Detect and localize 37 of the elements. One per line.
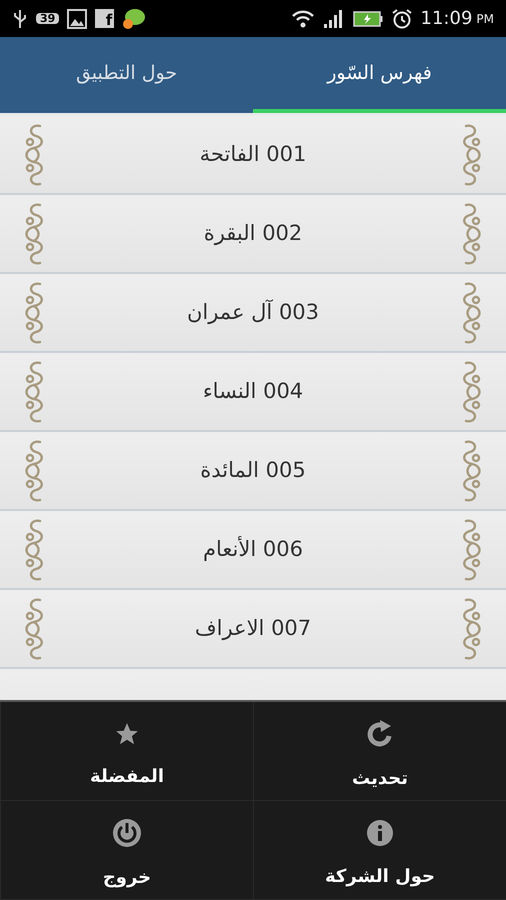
notification-count: 39 bbox=[36, 13, 60, 24]
alarm-clock-icon bbox=[390, 8, 413, 30]
surah-list-item[interactable]: 001 الفاتحة bbox=[0, 116, 506, 195]
info-icon bbox=[366, 818, 394, 846]
menu-label: تحديث bbox=[352, 766, 408, 790]
surah-title: 003 آل عمران bbox=[186, 298, 320, 326]
surah-list-item[interactable]: 003 آل عمران bbox=[0, 274, 506, 353]
battery-charging-icon bbox=[352, 10, 383, 26]
menu-label: خروج bbox=[102, 866, 152, 890]
star-icon bbox=[114, 720, 140, 746]
surah-list-item[interactable]: 005 المائدة bbox=[0, 432, 506, 511]
chat-bubble-icon bbox=[122, 8, 146, 30]
clock-time: 11:09 bbox=[420, 10, 472, 28]
surah-title: 006 الأنعام bbox=[203, 535, 303, 563]
surah-title: 004 النساء bbox=[202, 378, 304, 405]
usb-icon bbox=[12, 8, 28, 30]
surah-list-item[interactable]: 006 الأنعام bbox=[0, 511, 506, 590]
image-icon bbox=[67, 8, 88, 28]
power-icon bbox=[112, 818, 142, 848]
surah-title: 001 الفاتحة bbox=[200, 140, 306, 168]
menu-item[interactable]: المفضلة bbox=[0, 702, 253, 801]
menu-item[interactable]: حول الشركة bbox=[253, 801, 506, 900]
signal-icon bbox=[322, 8, 345, 28]
menu-item[interactable]: خروج bbox=[0, 801, 253, 900]
surah-title: 002 البقرة bbox=[204, 220, 302, 248]
surah-title: 005 المائدة bbox=[200, 456, 306, 484]
surah-list-item[interactable]: 007 الاعراف bbox=[0, 590, 506, 669]
clock-period: PM bbox=[476, 12, 494, 24]
app-notification-icon: f bbox=[95, 9, 114, 28]
menu-item[interactable]: تحديث bbox=[253, 702, 506, 801]
tab[interactable]: حول التطبيق bbox=[0, 37, 253, 113]
wifi-icon bbox=[290, 8, 315, 28]
menu-label: المفضلة bbox=[90, 764, 164, 788]
surah-list-item[interactable]: 002 البقرة bbox=[0, 195, 506, 274]
surah-list-item[interactable]: 004 النساء bbox=[0, 353, 506, 432]
surah-title: 007 الاعراف bbox=[194, 614, 312, 642]
menu-label: حول الشركة bbox=[325, 864, 435, 888]
